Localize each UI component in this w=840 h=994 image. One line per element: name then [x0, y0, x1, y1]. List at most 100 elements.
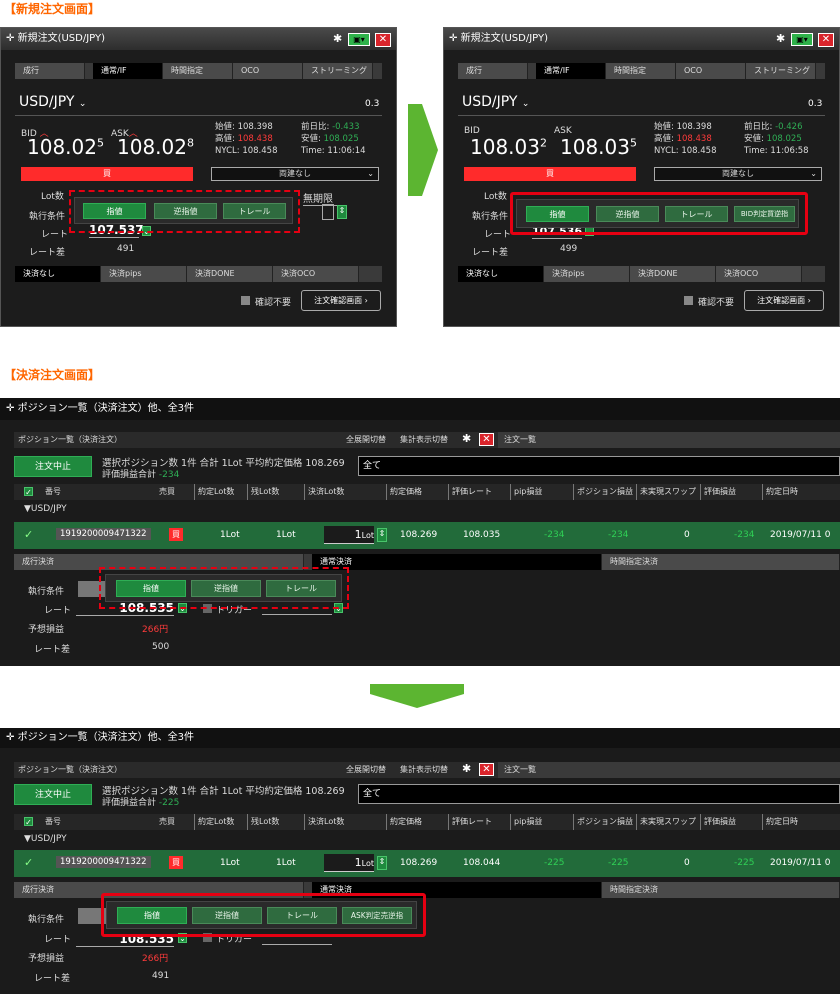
tab-market[interactable]: 成行	[458, 63, 528, 79]
tab-time[interactable]: 時間指定	[606, 63, 676, 79]
close-lot-stepper[interactable]: ⇕	[377, 528, 387, 542]
col-close-lot[interactable]: 決済Lot数	[304, 814, 344, 830]
col-lot[interactable]: 約定Lot数	[194, 484, 234, 500]
tab-time-close[interactable]: 時間指定決済	[602, 554, 840, 570]
col-remain[interactable]: 残Lot数	[247, 814, 279, 830]
tab-settle-oco[interactable]: 決済OCO	[716, 266, 802, 282]
summary-toggle[interactable]: 集計表示切替	[400, 434, 448, 445]
col-side[interactable]: 売買	[156, 484, 175, 500]
col-price[interactable]: 約定価格	[386, 484, 422, 500]
confirm-skip-checkbox[interactable]	[684, 296, 693, 305]
ask-price[interactable]: 108.028	[117, 135, 194, 159]
currency-pair[interactable]: USD/JPY ⌄	[462, 94, 529, 110]
both-side-dropdown[interactable]: 両建なし ⌄	[211, 167, 379, 181]
expand-toggle[interactable]: 全展開切替	[346, 434, 386, 445]
col-price[interactable]: 約定価格	[386, 814, 422, 830]
tab-settle-oco[interactable]: 決済OCO	[273, 266, 359, 282]
select-all-checkbox[interactable]: ✓	[24, 487, 33, 497]
currency-pair[interactable]: USD/JPY ⌄	[19, 94, 86, 110]
both-side-dropdown[interactable]: 両建なし ⌄	[654, 167, 822, 181]
expiry-field[interactable]	[322, 204, 334, 220]
tab-settle-pips[interactable]: 決済pips	[101, 266, 187, 282]
select-all-checkbox[interactable]: ✓	[24, 817, 33, 827]
close-icon[interactable]: ✕	[479, 433, 494, 446]
move-icon[interactable]: ✛	[449, 33, 457, 44]
tab-streaming[interactable]: ストリーミング	[303, 63, 373, 79]
tab-streaming[interactable]: ストリーミング	[746, 63, 816, 79]
col-eval-pl[interactable]: 評価損益	[700, 814, 736, 830]
col-eval-rate[interactable]: 評価レート	[448, 484, 492, 500]
tab-market[interactable]: 成行	[15, 63, 85, 79]
tab-time[interactable]: 時間指定	[163, 63, 233, 79]
tab-normal-close[interactable]: 通常決済	[312, 554, 602, 570]
layout-icon[interactable]: ▣▾	[791, 33, 813, 46]
move-icon[interactable]: ✛	[6, 33, 14, 44]
cancel-order-button[interactable]: 注文中止	[14, 456, 92, 477]
col-date[interactable]: 約定日時	[762, 814, 798, 830]
group-label[interactable]: ▼USD/JPY	[24, 834, 67, 844]
col-swap[interactable]: 未実現スワップ	[636, 484, 696, 500]
tab-oco[interactable]: OCO	[233, 63, 303, 79]
col-eval-pl[interactable]: 評価損益	[700, 484, 736, 500]
move-icon[interactable]: ✛	[6, 403, 14, 414]
confirm-skip-checkbox[interactable]	[241, 296, 250, 305]
tab-order-list[interactable]: 注文一覧	[498, 762, 840, 778]
filter-dropdown[interactable]: 全て	[358, 456, 840, 476]
tab-settle-done[interactable]: 決済DONE	[630, 266, 716, 282]
bid-price[interactable]: 108.025	[27, 135, 104, 159]
tab-normal-if[interactable]: 通常/IF	[536, 63, 606, 79]
close-lot-stepper[interactable]: ⇕	[377, 856, 387, 870]
summary-toggle[interactable]: 集計表示切替	[400, 764, 448, 775]
close-lot-input[interactable]: 1Lot	[324, 526, 374, 544]
settle-tabs: 決済なし 決済pips 決済DONE 決済OCO	[15, 266, 382, 282]
col-lot[interactable]: 約定Lot数	[194, 814, 234, 830]
col-eval-rate[interactable]: 評価レート	[448, 814, 492, 830]
table-row[interactable]: ✓ 1919200009471322 買 1Lot 1Lot 1Lot ⇕ 10…	[14, 850, 840, 877]
tab-settle-pips[interactable]: 決済pips	[544, 266, 630, 282]
move-icon[interactable]: ✛	[6, 732, 14, 743]
col-pos-pl[interactable]: ポジション損益	[573, 814, 633, 830]
close-icon[interactable]: ✕	[479, 763, 494, 776]
layout-icon[interactable]: ▣▾	[348, 33, 370, 46]
col-remain[interactable]: 残Lot数	[247, 484, 279, 500]
close-lot-input[interactable]: 1Lot	[324, 854, 374, 872]
gear-icon[interactable]: ✱	[333, 32, 342, 45]
gear-icon[interactable]: ✱	[462, 762, 471, 775]
cancel-order-button[interactable]: 注文中止	[14, 784, 92, 805]
tab-normal-if[interactable]: 通常/IF	[93, 63, 163, 79]
col-swap[interactable]: 未実現スワップ	[636, 814, 696, 830]
close-icon[interactable]: ✕	[818, 33, 834, 47]
col-id[interactable]: 番号	[42, 484, 61, 500]
col-date[interactable]: 約定日時	[762, 484, 798, 500]
tab-order-list[interactable]: 注文一覧	[498, 432, 840, 448]
tab-oco[interactable]: OCO	[676, 63, 746, 79]
col-id[interactable]: 番号	[42, 814, 61, 830]
tab-time-close[interactable]: 時間指定決済	[602, 882, 840, 898]
gear-icon[interactable]: ✱	[462, 432, 471, 445]
buy-button[interactable]: 買	[464, 167, 636, 181]
close-icon[interactable]: ✕	[375, 33, 391, 47]
gear-icon[interactable]: ✱	[776, 32, 785, 45]
table-row[interactable]: ✓ 1919200009471322 買 1Lot 1Lot 1Lot ⇕ 10…	[14, 522, 840, 549]
expand-toggle[interactable]: 全展開切替	[346, 764, 386, 775]
order-confirm-button[interactable]: 注文確認画面 ›	[301, 290, 381, 311]
window-titlebar[interactable]: ✛ ポジション一覧（決済注文）他、全3件	[0, 398, 840, 420]
col-side[interactable]: 売買	[156, 814, 175, 830]
col-pip[interactable]: pip損益	[510, 484, 542, 500]
buy-button[interactable]: 買	[21, 167, 193, 181]
filter-dropdown[interactable]: 全て	[358, 784, 840, 804]
row-check-icon[interactable]: ✓	[24, 856, 33, 869]
col-close-lot[interactable]: 決済Lot数	[304, 484, 344, 500]
group-label[interactable]: ▼USD/JPY	[24, 504, 67, 514]
window-titlebar[interactable]: ✛ ポジション一覧（決済注文）他、全3件	[0, 728, 840, 748]
row-check-icon[interactable]: ✓	[24, 528, 33, 541]
col-pip[interactable]: pip損益	[510, 814, 542, 830]
expiry-stepper[interactable]: ⇕	[337, 205, 347, 219]
bid-price[interactable]: 108.032	[470, 135, 547, 159]
tab-settle-done[interactable]: 決済DONE	[187, 266, 273, 282]
tab-settle-none[interactable]: 決済なし	[458, 266, 544, 282]
tab-settle-none[interactable]: 決済なし	[15, 266, 101, 282]
col-pos-pl[interactable]: ポジション損益	[573, 484, 633, 500]
ask-price[interactable]: 108.035	[560, 135, 637, 159]
order-confirm-button[interactable]: 注文確認画面 ›	[744, 290, 824, 311]
